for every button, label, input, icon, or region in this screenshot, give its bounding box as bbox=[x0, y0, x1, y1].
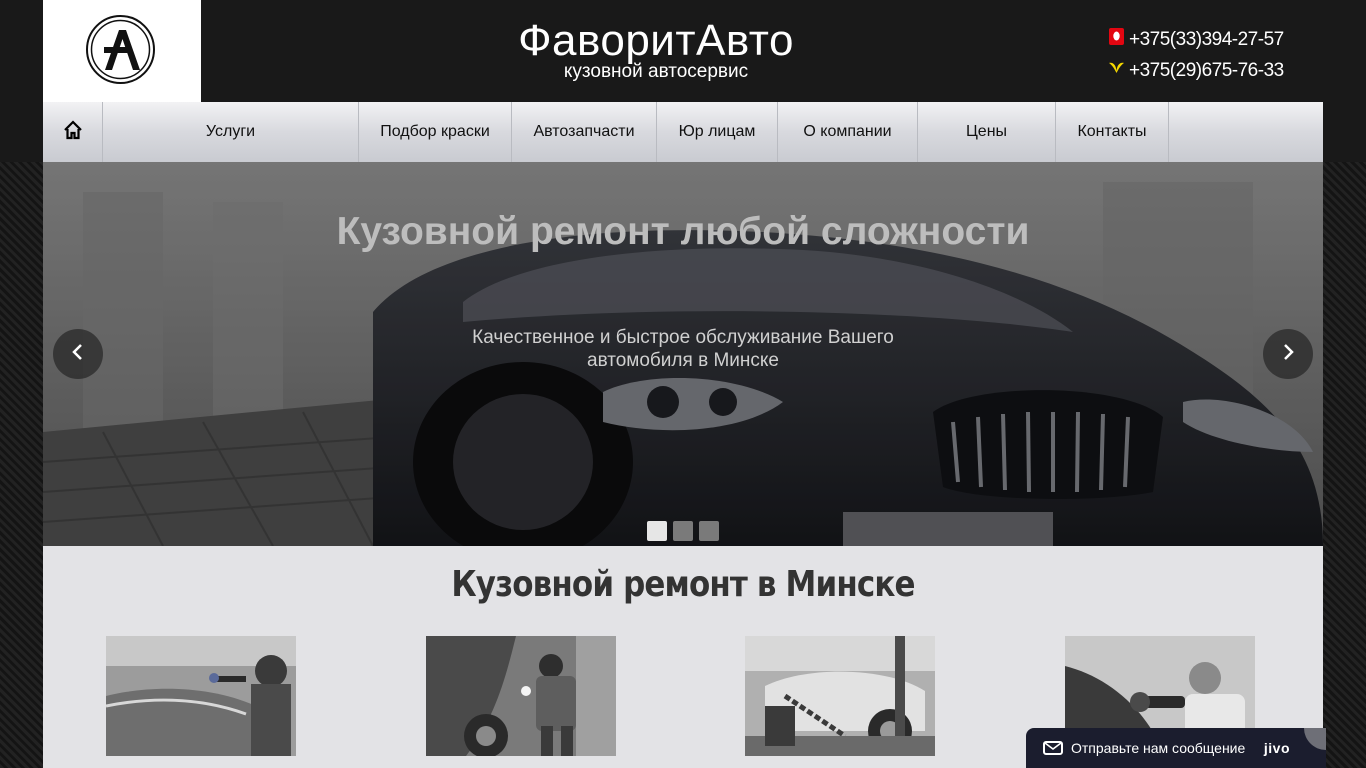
site-logo[interactable] bbox=[43, 0, 201, 102]
service-thumbnail-welding[interactable] bbox=[426, 636, 616, 756]
nav-item-paint-matching[interactable]: Подбор краски bbox=[359, 102, 512, 162]
main-navigation: Услуги Подбор краски Автозапчасти Юр лиц… bbox=[43, 102, 1323, 162]
slider-pagination bbox=[647, 521, 719, 541]
slider-next-button[interactable] bbox=[1263, 329, 1313, 379]
phone-list: +375(33)394-27-57 +375(29)675-76-33 bbox=[1108, 24, 1284, 86]
slide-description: Качественное и быстрое обслуживание Ваше… bbox=[472, 327, 894, 371]
phone-number[interactable]: +375(33)394-27-57 bbox=[1129, 29, 1284, 51]
nav-item-legal-entities[interactable]: Юр лицам bbox=[657, 102, 778, 162]
slider-dot[interactable] bbox=[699, 521, 719, 541]
slider-dot[interactable] bbox=[673, 521, 693, 541]
slider-dot[interactable] bbox=[647, 521, 667, 541]
brand-block: ФаворитАвто кузовной автосервис bbox=[456, 16, 856, 82]
phone-row-velcom[interactable]: +375(29)675-76-33 bbox=[1108, 55, 1284, 86]
mts-operator-icon bbox=[1108, 28, 1125, 45]
home-icon bbox=[63, 119, 83, 145]
nav-item-about[interactable]: О компании bbox=[778, 102, 918, 162]
logo-emblem-icon bbox=[86, 15, 155, 84]
service-thumbnail-frame-straightening[interactable] bbox=[745, 636, 935, 756]
hero-slider: Кузовной ремонт любой сложности Качестве… bbox=[43, 162, 1323, 546]
welding-photo bbox=[426, 636, 616, 756]
nav-item-prices[interactable]: Цены bbox=[918, 102, 1056, 162]
chat-corner-decoration bbox=[1304, 728, 1326, 750]
section-title: Кузовной ремонт в Минске bbox=[451, 564, 915, 605]
nav-home[interactable] bbox=[43, 102, 103, 162]
brand-title: ФаворитАвто bbox=[518, 16, 794, 65]
envelope-icon bbox=[1043, 741, 1063, 755]
phone-number[interactable]: +375(29)675-76-33 bbox=[1129, 60, 1284, 82]
slide-title: Кузовной ремонт любой сложности bbox=[336, 210, 1030, 253]
chevron-left-icon bbox=[71, 343, 85, 366]
service-thumbnail-painting[interactable] bbox=[106, 636, 296, 756]
nav-item-services[interactable]: Услуги bbox=[103, 102, 359, 162]
slider-prev-button[interactable] bbox=[53, 329, 103, 379]
jivo-logo: jivo bbox=[1263, 740, 1290, 756]
brand-subtitle: кузовной автосервис bbox=[563, 61, 749, 82]
phone-row-mts[interactable]: +375(33)394-27-57 bbox=[1108, 24, 1284, 55]
chevron-right-icon bbox=[1281, 343, 1295, 366]
chat-widget-label[interactable]: Отправьте нам сообщение bbox=[1071, 740, 1245, 756]
nav-item-contacts[interactable]: Контакты bbox=[1056, 102, 1169, 162]
nav-item-auto-parts[interactable]: Автозапчасти bbox=[512, 102, 657, 162]
frame-straightening-photo bbox=[745, 636, 935, 756]
chat-widget[interactable]: Отправьте нам сообщение jivo bbox=[1026, 728, 1326, 768]
velcom-operator-icon bbox=[1108, 59, 1125, 76]
painting-photo bbox=[106, 636, 296, 756]
